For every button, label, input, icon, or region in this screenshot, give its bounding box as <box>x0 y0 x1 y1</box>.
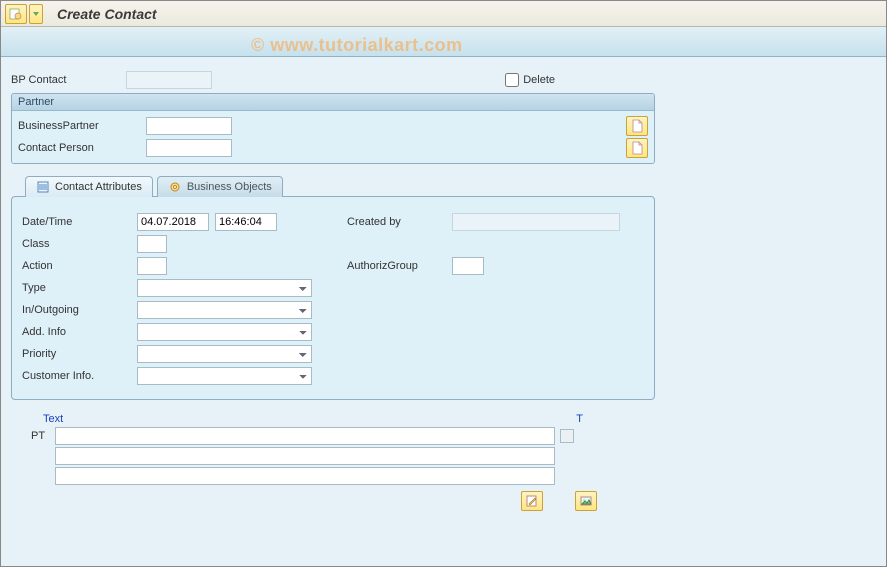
priority-select[interactable] <box>137 345 312 363</box>
page-title: Create Contact <box>57 6 157 22</box>
inout-select[interactable] <box>137 301 312 319</box>
contact-person-create-button[interactable] <box>626 138 648 158</box>
createdby-field <box>452 213 620 231</box>
partner-group-header: Partner <box>12 94 654 111</box>
text-edit-button[interactable] <box>521 491 543 511</box>
tab-business-objects[interactable]: Business Objects <box>157 176 283 197</box>
partner-group: Partner BusinessPartner Contact Person <box>11 93 655 164</box>
t-column-header: T <box>576 413 583 425</box>
type-label: Type <box>22 282 137 294</box>
createdby-label: Created by <box>347 216 452 228</box>
priority-label: Priority <box>22 348 137 360</box>
bp-contact-label: BP Contact <box>11 74 126 86</box>
inout-label: In/Outgoing <box>22 304 137 316</box>
time-field[interactable] <box>215 213 277 231</box>
t-checkbox-1[interactable] <box>560 429 574 443</box>
tab-contact-attributes[interactable]: Contact Attributes <box>25 176 153 197</box>
chevron-down-icon <box>32 10 40 18</box>
pt-label: PT <box>31 430 55 442</box>
action-field[interactable] <box>137 257 167 275</box>
application-toolbar <box>1 27 886 57</box>
contact-person-field[interactable] <box>146 139 232 157</box>
business-partner-label: BusinessPartner <box>18 120 146 132</box>
pencil-note-icon <box>525 494 539 508</box>
toolbar-menu-button[interactable] <box>5 4 27 24</box>
tab-panel-contact-attributes: Date/Time Class Action Type <box>11 196 655 400</box>
text-line-3[interactable] <box>55 467 555 485</box>
delete-label: Delete <box>523 74 555 86</box>
class-field[interactable] <box>137 235 167 253</box>
custinfo-label: Customer Info. <box>22 370 137 382</box>
authoriz-label: AuthorizGroup <box>347 260 452 272</box>
document-icon <box>631 119 643 133</box>
content-area: BP Contact Delete Partner BusinessPartne… <box>1 57 886 566</box>
toolbar-menu-dropdown[interactable] <box>29 4 43 24</box>
addinfo-select[interactable] <box>137 323 312 341</box>
bp-contact-field <box>126 71 212 89</box>
contact-person-label: Contact Person <box>18 142 146 154</box>
list-icon <box>36 180 50 194</box>
text-line-2[interactable] <box>55 447 555 465</box>
custinfo-select[interactable] <box>137 367 312 385</box>
addinfo-label: Add. Info <box>22 326 137 338</box>
text-section: Text T PT <box>11 410 651 527</box>
title-bar: Create Contact <box>1 1 886 27</box>
business-partner-create-button[interactable] <box>626 116 648 136</box>
gear-paper-icon <box>9 7 23 21</box>
text-line-1[interactable] <box>55 427 555 445</box>
class-label: Class <box>22 238 137 250</box>
authoriz-field[interactable] <box>452 257 484 275</box>
datetime-label: Date/Time <box>22 216 137 228</box>
date-field[interactable] <box>137 213 209 231</box>
type-select[interactable] <box>137 279 312 297</box>
picture-icon <box>579 494 593 508</box>
delete-checkbox[interactable] <box>505 73 519 87</box>
attach-image-button[interactable] <box>575 491 597 511</box>
tab-label: Contact Attributes <box>55 181 142 193</box>
tab-label: Business Objects <box>187 181 272 193</box>
action-label: Action <box>22 260 137 272</box>
text-column-header: Text <box>43 413 63 425</box>
business-partner-field[interactable] <box>146 117 232 135</box>
document-icon <box>631 141 643 155</box>
tabstrip: Contact Attributes Business Objects Date… <box>11 176 655 400</box>
gear-icon <box>168 180 182 194</box>
